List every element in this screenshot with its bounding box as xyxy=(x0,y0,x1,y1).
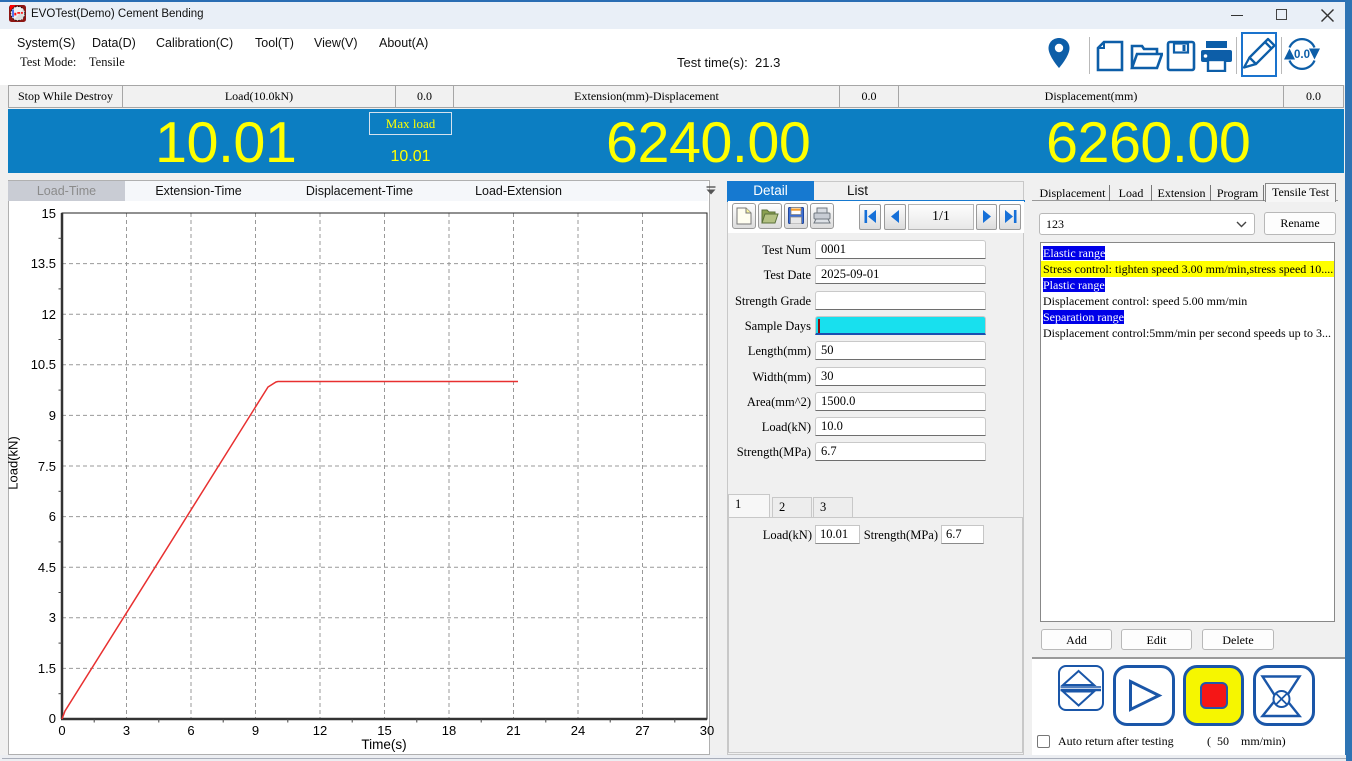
svg-text:Load(kN): Load(kN) xyxy=(8,436,21,489)
svg-text:0.0: 0.0 xyxy=(1294,49,1310,61)
svg-text:15: 15 xyxy=(42,206,56,221)
svg-text:18: 18 xyxy=(442,723,456,738)
svg-text:21: 21 xyxy=(506,723,520,738)
svg-text:13.5: 13.5 xyxy=(31,256,56,271)
svg-text:3: 3 xyxy=(49,610,56,625)
svg-text:4.5: 4.5 xyxy=(38,560,56,575)
svg-text:0: 0 xyxy=(58,723,65,738)
svg-text:10.5: 10.5 xyxy=(31,357,56,372)
svg-text:3: 3 xyxy=(123,723,130,738)
svg-text:0: 0 xyxy=(49,711,56,726)
svg-text:7.5: 7.5 xyxy=(38,459,56,474)
svg-text:12: 12 xyxy=(42,307,56,322)
svg-text:9: 9 xyxy=(252,723,259,738)
svg-text:30: 30 xyxy=(700,723,714,738)
svg-text:6: 6 xyxy=(187,723,194,738)
svg-text:6: 6 xyxy=(49,509,56,524)
svg-text:24: 24 xyxy=(571,723,585,738)
svg-text:27: 27 xyxy=(635,723,649,738)
svg-text:1.5: 1.5 xyxy=(38,661,56,676)
svg-text:15: 15 xyxy=(377,723,391,738)
svg-text:9: 9 xyxy=(49,408,56,423)
svg-text:Time(s): Time(s) xyxy=(361,737,406,752)
svg-text:12: 12 xyxy=(313,723,327,738)
